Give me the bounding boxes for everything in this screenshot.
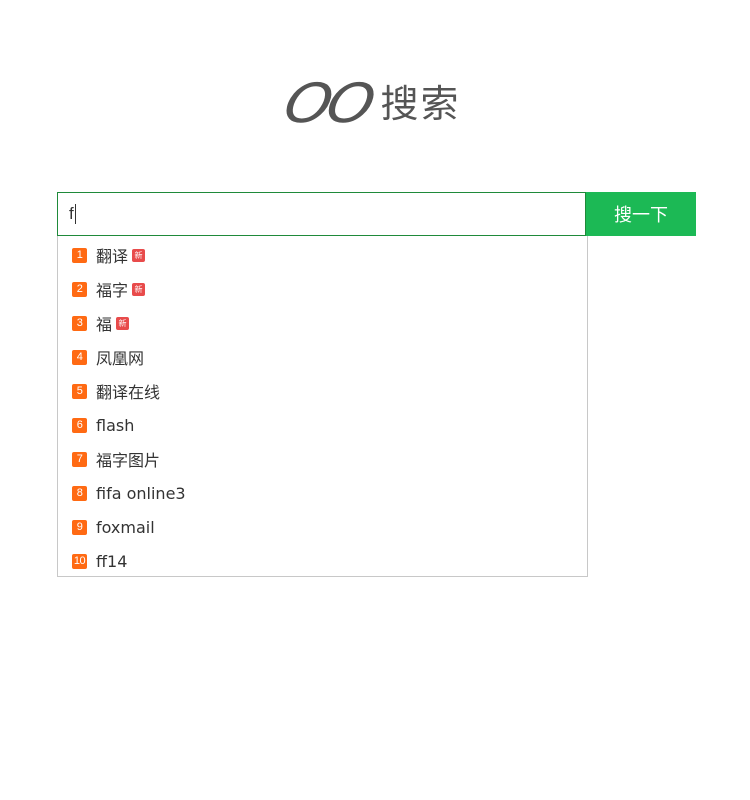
rank-badge: 4 xyxy=(72,349,87,365)
suggestion-item[interactable]: 6 flash xyxy=(58,408,587,442)
rank-badge: 3 xyxy=(72,315,87,331)
text-cursor xyxy=(74,204,76,224)
site-logo[interactable]: OO 搜索 xyxy=(0,72,750,136)
suggestion-item[interactable]: 4 凤凰网 xyxy=(58,340,587,374)
search-page: OO 搜索 f 搜一下 1 翻译 新 2 福字 新 3 福 新 4 凤凰网 5 xyxy=(0,0,750,800)
suggestion-item[interactable]: 10 ff14 xyxy=(58,544,587,578)
suggestion-item[interactable]: 5 翻译在线 xyxy=(58,374,587,408)
suggestion-text: ff14 xyxy=(96,551,128,571)
rank-badge: 5 xyxy=(72,383,87,399)
suggestion-text: 凤凰网 xyxy=(96,349,145,368)
rank-badge: 1 xyxy=(72,247,87,263)
search-button[interactable]: 搜一下 xyxy=(586,192,696,236)
rank-badge: 2 xyxy=(72,281,87,297)
suggestion-item[interactable]: 2 福字 新 xyxy=(58,272,587,306)
suggestion-item[interactable]: 1 翻译 新 xyxy=(58,238,587,272)
suggestion-item[interactable]: 9 foxmail xyxy=(58,510,587,544)
suggestion-item[interactable]: 8 fifa online3 xyxy=(58,476,587,510)
suggestion-text: 福 xyxy=(96,315,113,334)
logo-text: 搜索 xyxy=(380,82,461,126)
suggestion-item[interactable]: 7 福字图片 xyxy=(58,442,587,476)
suggestion-text: 翻译在线 xyxy=(96,383,161,402)
suggestion-text: 翻译 xyxy=(96,247,129,266)
new-badge: 新 xyxy=(116,316,130,330)
rank-badge: 8 xyxy=(72,485,87,501)
new-badge: 新 xyxy=(132,248,146,262)
rank-badge: 9 xyxy=(72,519,87,535)
suggestion-text: fifa online3 xyxy=(96,483,186,503)
search-input[interactable]: f xyxy=(57,192,586,236)
suggestion-text: flash xyxy=(96,415,135,435)
suggestion-text: 福字 xyxy=(96,281,129,300)
search-input-value: f xyxy=(69,204,74,223)
suggestion-item[interactable]: 3 福 新 xyxy=(58,306,587,340)
suggestion-text: 福字图片 xyxy=(96,451,161,470)
new-badge: 新 xyxy=(132,282,146,296)
search-bar: f 搜一下 xyxy=(57,192,697,236)
suggestion-text: foxmail xyxy=(96,517,155,537)
logo-mark: OO xyxy=(279,72,378,135)
rank-badge: 6 xyxy=(72,417,87,433)
rank-badge: 7 xyxy=(72,451,87,467)
rank-badge: 10 xyxy=(72,553,87,569)
suggestion-dropdown: 1 翻译 新 2 福字 新 3 福 新 4 凤凰网 5 翻译在线 6 flash… xyxy=(57,236,588,577)
